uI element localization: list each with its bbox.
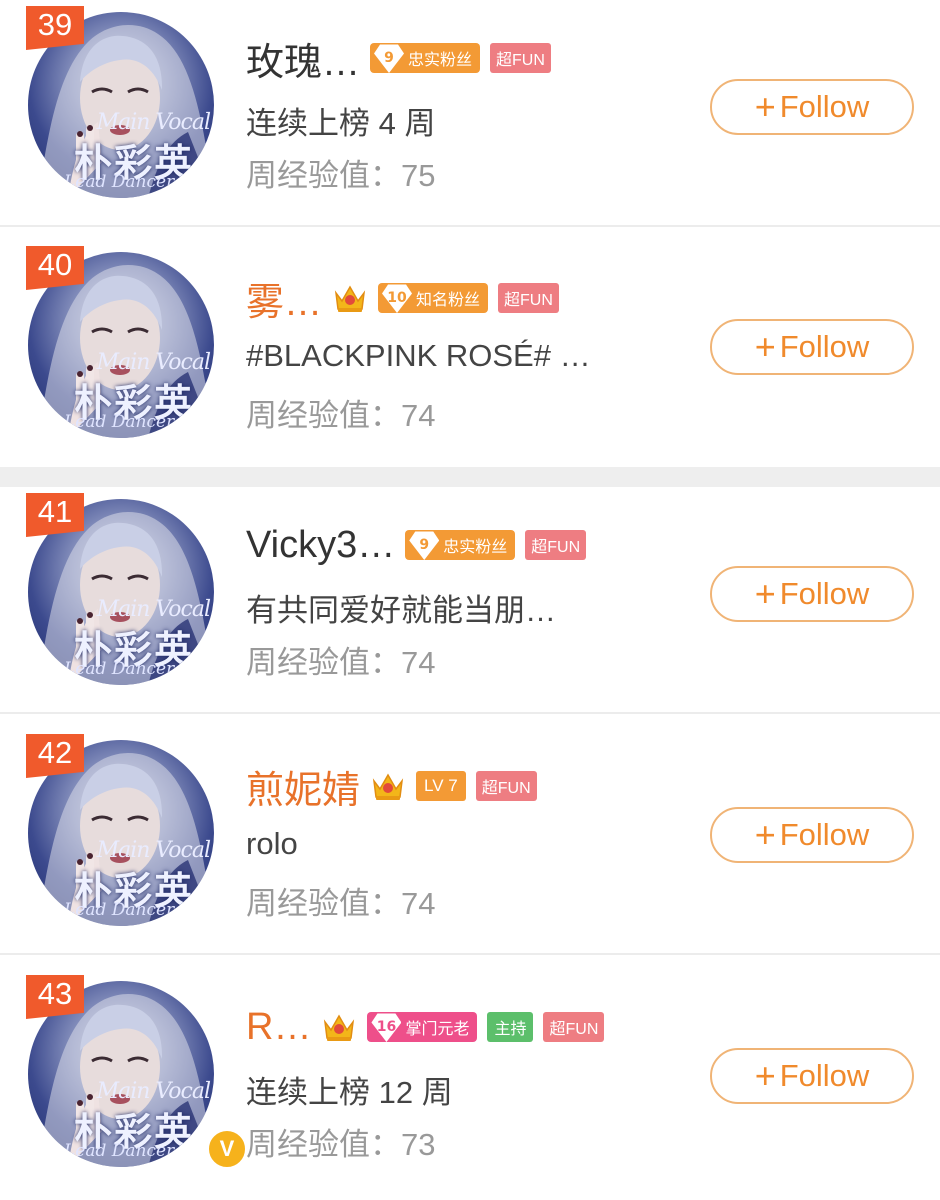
rank-badge: 42	[26, 734, 84, 778]
fan-level-diamond-icon: 16	[371, 1013, 402, 1042]
list-item: Main Vocal 朴彩英 Lead Dancer 40 雾… 10 知名粉丝 超FUN #…	[0, 240, 940, 467]
name-line: 雾… 10 知名粉丝 超FUN	[246, 270, 559, 326]
username[interactable]: 煎妮婧	[246, 759, 360, 814]
avatar-caption-subrole: Lead Dancer	[64, 659, 175, 679]
list-item: Main Vocal 朴彩英 Lead Dancer 42 煎妮婧 LV 7 超FUN ro…	[0, 728, 940, 955]
avatar-caption-subrole: Lead Dancer	[64, 1141, 175, 1161]
avatar-caption-subrole: Lead Dancer	[64, 900, 175, 920]
host-badge: 主持	[487, 1012, 534, 1042]
crown-icon	[321, 1010, 357, 1044]
rank-badge: 39	[26, 6, 84, 50]
list-item: Main Vocal 朴彩英 Lead Dancer 41 Vicky3… 9 忠实粉丝 超F…	[0, 487, 940, 714]
name-line: R… 16 掌门元老 主持 超FUN	[246, 999, 605, 1055]
verified-badge-icon: V	[206, 1128, 248, 1170]
super-fun-badge: 超FUN	[525, 530, 587, 560]
super-fun-badge: 超FUN	[498, 283, 559, 313]
username[interactable]: R…	[246, 1006, 311, 1049]
plus-icon: +	[754, 814, 776, 855]
rank-badge: 43	[26, 975, 84, 1019]
fan-level-badge: 9 忠实粉丝	[370, 43, 481, 73]
weekly-exp: 周经验值：74	[246, 398, 436, 433]
fan-level-title: 忠实粉丝	[443, 537, 508, 556]
user-subtitle: 连续上榜 4 周	[246, 106, 436, 141]
follow-label: Follow	[779, 576, 870, 611]
super-fun-badge: 超FUN	[475, 771, 537, 801]
avatar-caption-subrole: Lead Dancer	[64, 412, 175, 432]
follow-label: Follow	[779, 1058, 870, 1093]
avatar[interactable]: Main Vocal 朴彩英 Lead Dancer 42	[26, 734, 218, 930]
follow-button[interactable]: + Follow	[710, 79, 914, 135]
name-line: Vicky3… 9 忠实粉丝 超FUN	[246, 517, 587, 573]
weekly-exp: 周经验值：75	[246, 158, 436, 193]
weekly-exp: 周经验值：74	[246, 886, 436, 921]
fan-level-title: 掌门元老	[405, 1019, 470, 1038]
plus-icon: +	[754, 573, 776, 614]
crown-icon	[370, 769, 406, 803]
follow-label: Follow	[779, 817, 870, 852]
name-line: 煎妮婧 LV 7 超FUN	[246, 758, 537, 814]
user-subtitle: rolo	[246, 826, 298, 861]
avatar[interactable]: Main Vocal 朴彩英 Lead Dancer 43 V	[26, 975, 248, 1171]
fan-level-diamond-icon: 10	[382, 284, 413, 313]
fan-level-diamond-icon: 9	[409, 531, 440, 560]
plus-icon: +	[754, 326, 776, 367]
follow-button[interactable]: + Follow	[710, 319, 914, 375]
fan-level-title: 知名粉丝	[416, 290, 481, 309]
rank-badge: 40	[26, 246, 84, 290]
fan-level-badge: 16 掌门元老	[367, 1012, 478, 1042]
super-fun-badge: 超FUN	[543, 1012, 605, 1042]
fan-level-diamond-icon: 9	[374, 44, 405, 73]
list-item: Main Vocal 朴彩英 Lead Dancer 39 玫瑰… 9 忠实粉丝 超FUN 连续…	[0, 0, 940, 227]
fan-level-badge: 10 知名粉丝	[378, 283, 489, 313]
super-fun-badge: 超FUN	[490, 43, 551, 73]
avatar[interactable]: Main Vocal 朴彩英 Lead Dancer 41	[26, 493, 218, 689]
level-badge: LV 7	[416, 771, 466, 801]
follow-label: Follow	[779, 329, 870, 364]
follow-label: Follow	[779, 89, 870, 124]
avatar[interactable]: Main Vocal 朴彩英 Lead Dancer 39	[26, 6, 218, 202]
follow-button[interactable]: + Follow	[710, 807, 914, 863]
user-subtitle: #BLACKPINK ROSÉ# …	[246, 338, 591, 373]
crown-icon	[332, 281, 368, 315]
plus-icon: +	[754, 86, 776, 127]
follow-button[interactable]: + Follow	[710, 566, 914, 622]
rank-badge: 41	[26, 493, 84, 537]
user-subtitle: 有共同爱好就能当朋…	[246, 593, 556, 628]
avatar[interactable]: Main Vocal 朴彩英 Lead Dancer 40	[26, 246, 218, 442]
name-line: 玫瑰… 9 忠实粉丝 超FUN	[246, 30, 551, 86]
follow-button[interactable]: + Follow	[710, 1048, 914, 1104]
username[interactable]: 雾…	[246, 271, 322, 326]
avatar-caption-subrole: Lead Dancer	[64, 172, 175, 192]
list-item: Main Vocal 朴彩英 Lead Dancer 43 V R… 16 掌门元老 主持 超F…	[0, 969, 940, 1196]
weekly-exp: 周经验值：73	[246, 1127, 436, 1162]
username[interactable]: Vicky3…	[246, 524, 395, 567]
user-subtitle: 连续上榜 12 周	[246, 1075, 453, 1110]
username[interactable]: 玫瑰…	[246, 31, 360, 86]
fan-ranking-list: Main Vocal 朴彩英 Lead Dancer 39 玫瑰… 9 忠实粉丝 超FUN 连续…	[0, 0, 940, 1200]
weekly-exp: 周经验值：74	[246, 645, 436, 680]
fan-level-badge: 9 忠实粉丝	[405, 530, 516, 560]
fan-level-title: 忠实粉丝	[408, 50, 473, 69]
plus-icon: +	[754, 1055, 776, 1096]
